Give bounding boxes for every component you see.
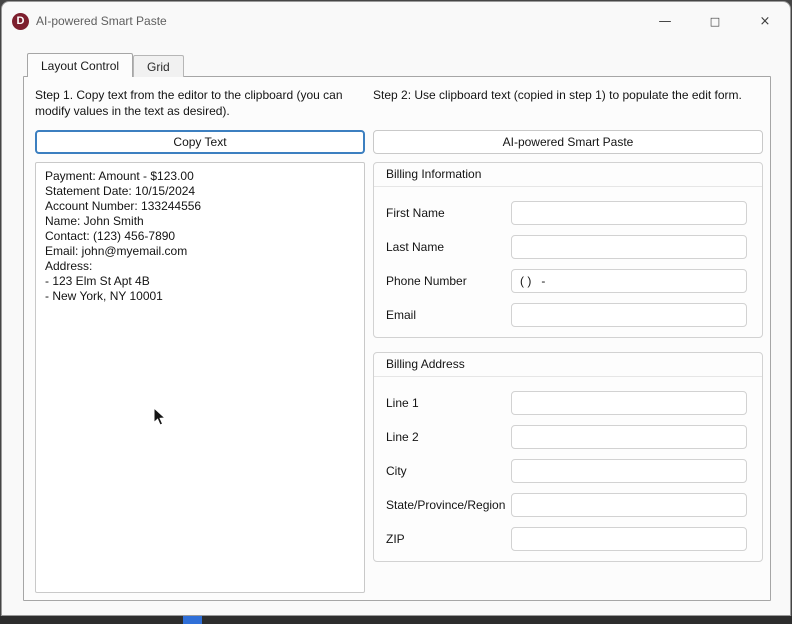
field-row-state-province-region: State/Province/Region [386, 493, 747, 517]
tab-grid[interactable]: Grid [133, 55, 184, 77]
city-input[interactable] [511, 459, 747, 483]
field-row-city: City [386, 459, 747, 483]
editor-line: Contact: (123) 456-7890 [45, 229, 176, 243]
close-button[interactable]: × [740, 2, 790, 40]
taskbar [0, 616, 792, 624]
line1-label: Line 1 [386, 396, 419, 410]
window-title: AI-powered Smart Paste [36, 14, 167, 28]
editor-line: Email: john@myemail.com [45, 244, 188, 258]
last-name-label: Last Name [386, 240, 445, 254]
editor-line: Name: John Smith [45, 214, 144, 228]
app-window: D AI-powered Smart Paste — □ × Layout Co… [1, 1, 791, 616]
app-logo-icon: D [12, 12, 29, 30]
window-controls: — □ × [640, 2, 790, 40]
phone-number-input[interactable] [511, 269, 747, 293]
billing-information-title: Billing Information [374, 163, 762, 187]
field-row-line2: Line 2 [386, 425, 747, 449]
first-name-input[interactable] [511, 201, 747, 225]
minimize-button[interactable]: — [640, 2, 690, 40]
line2-label: Line 2 [386, 430, 419, 444]
field-row-first-name: First Name [386, 201, 747, 225]
line2-input[interactable] [511, 425, 747, 449]
editor-line: Payment: Amount - $123.00 [45, 169, 194, 183]
billing-information-fields: First Name Last Name Phone Number Email [374, 187, 762, 327]
editor-line: - 123 Elm St Apt 4B [45, 274, 150, 288]
billing-address-group: Billing Address Line 1 Line 2 City State… [373, 352, 763, 562]
step2-instruction: Step 2: Use clipboard text (copied in st… [373, 88, 742, 102]
billing-address-title: Billing Address [374, 353, 762, 377]
billing-address-fields: Line 1 Line 2 City State/Province/Region… [374, 377, 762, 551]
field-row-email: Email [386, 303, 747, 327]
maximize-button[interactable]: □ [690, 2, 740, 40]
line1-input[interactable] [511, 391, 747, 415]
zip-input[interactable] [511, 527, 747, 551]
field-row-phone-number: Phone Number [386, 269, 747, 293]
email-label: Email [386, 308, 417, 322]
taskbar-item[interactable] [183, 616, 202, 624]
layout-control-panel: Step 1. Copy text from the editor to the… [23, 76, 771, 601]
step1-instruction: Step 1. Copy text from the editor to the… [35, 88, 343, 118]
last-name-input[interactable] [511, 235, 747, 259]
editor-line: Account Number: 133244556 [45, 199, 202, 213]
editor-line: Statement Date: 10/15/2024 [45, 184, 196, 198]
smart-paste-button[interactable]: AI-powered Smart Paste [373, 130, 763, 154]
first-name-label: First Name [386, 206, 445, 220]
state-province-region-input[interactable] [511, 493, 747, 517]
state-province-region-label: State/Province/Region [386, 498, 506, 512]
field-row-zip: ZIP [386, 527, 747, 551]
minimize-icon: — [658, 13, 672, 29]
titlebar: D AI-powered Smart Paste — □ × [2, 2, 790, 40]
email-input[interactable] [511, 303, 747, 327]
phone-number-label: Phone Number [386, 274, 467, 288]
field-row-line1: Line 1 [386, 391, 747, 415]
city-label: City [386, 464, 407, 478]
editor-line: Address: [45, 259, 93, 273]
tabstrip: Layout Control Grid [27, 53, 184, 77]
tab-layout-control[interactable]: Layout Control [27, 53, 134, 77]
field-row-last-name: Last Name [386, 235, 747, 259]
editor-line: - New York, NY 10001 [45, 289, 163, 303]
copy-text-button[interactable]: Copy Text [35, 130, 365, 154]
billing-information-group: Billing Information First Name Last Name… [373, 162, 763, 338]
close-icon: × [759, 13, 771, 29]
clipboard-text-editor[interactable]: Payment: Amount - $123.00 Statement Date… [35, 162, 365, 593]
zip-label: ZIP [386, 532, 405, 546]
maximize-icon: □ [709, 14, 721, 28]
